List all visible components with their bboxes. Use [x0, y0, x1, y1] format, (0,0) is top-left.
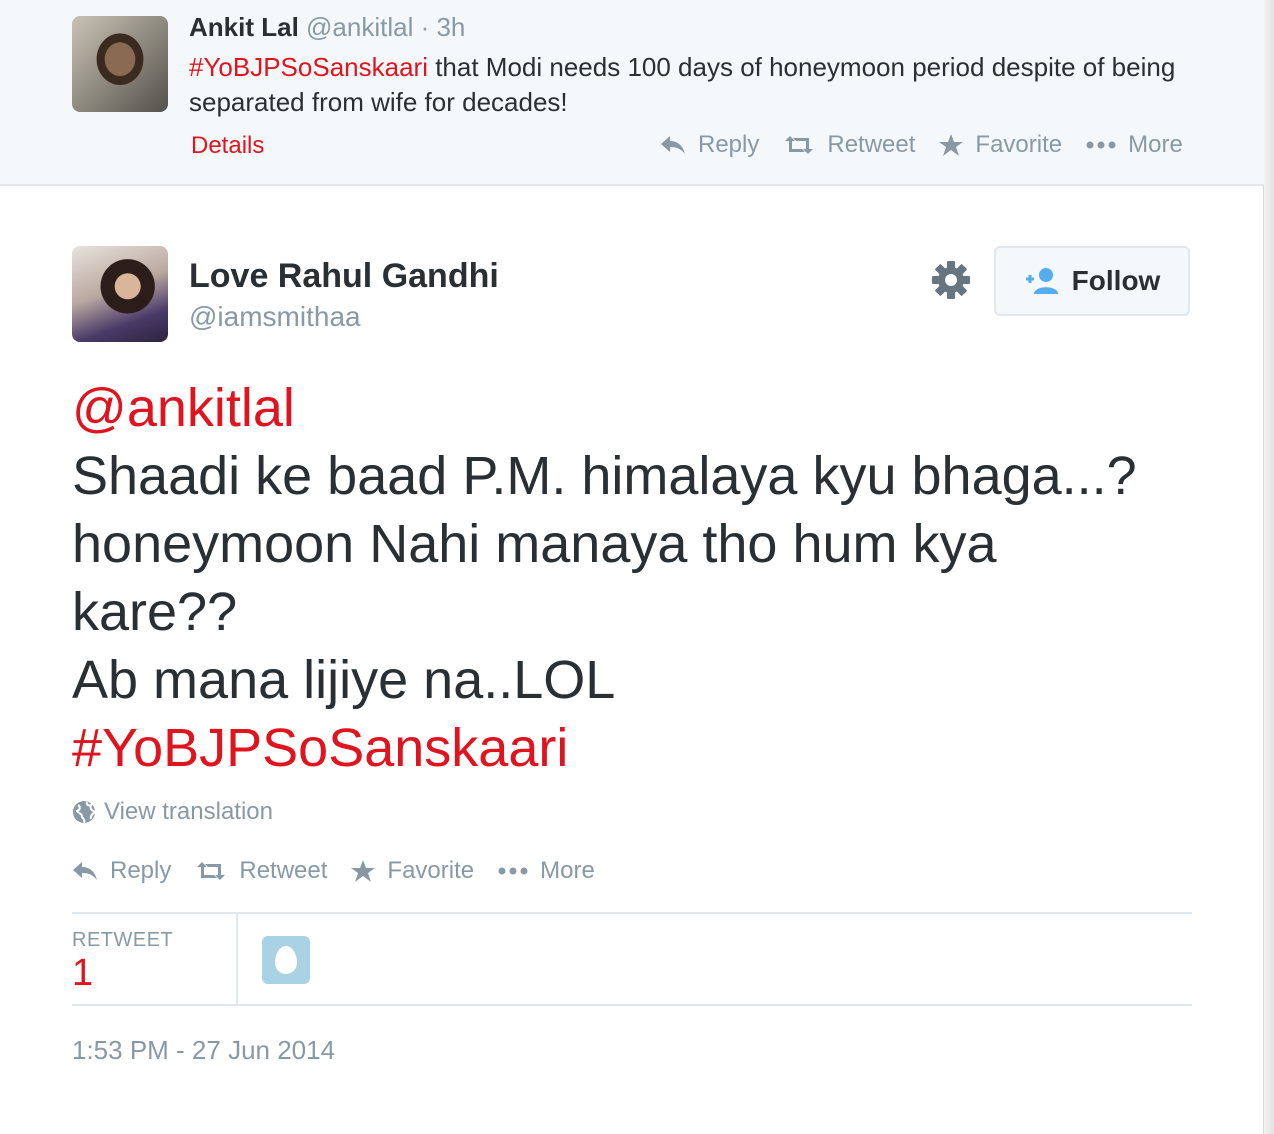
star-icon	[939, 134, 964, 156]
favorite-button[interactable]: Favorite	[939, 131, 1062, 159]
favorite-label: Favorite	[387, 857, 475, 884]
reply-label: Reply	[698, 131, 760, 158]
follow-button[interactable]: Follow	[994, 246, 1190, 316]
tweet-line: Ab mana lijiye na..LOL	[72, 650, 616, 710]
user-name[interactable]: Ankit Lal	[189, 12, 299, 42]
retweet-icon	[197, 862, 226, 880]
avatar[interactable]	[72, 16, 168, 112]
more-dots-icon	[498, 867, 528, 875]
retweet-button[interactable]: Retweet	[195, 857, 327, 885]
more-label: More	[540, 857, 595, 884]
view-translation-link[interactable]: View translation	[72, 798, 273, 826]
reply-button[interactable]: Reply	[72, 857, 171, 885]
reply-label: Reply	[110, 857, 172, 884]
mention-link[interactable]: @ankitlal	[72, 374, 1192, 442]
more-button[interactable]: More	[498, 857, 595, 885]
hashtag-link[interactable]: #YoBJPSoSanskaari	[189, 52, 428, 82]
more-dots-icon	[1086, 141, 1116, 149]
details-link[interactable]: Details	[191, 132, 264, 160]
retweeter-avatar[interactable]	[262, 936, 310, 984]
retweet-label: Retweet	[239, 857, 328, 884]
more-button[interactable]: More	[1086, 131, 1183, 159]
tweet-time[interactable]: · 3h	[421, 12, 466, 42]
retweet-icon	[785, 136, 814, 154]
star-icon	[351, 860, 376, 882]
user-name[interactable]: Love Rahul Gandhi	[189, 257, 499, 296]
reply-icon	[661, 136, 685, 154]
hashtag-link[interactable]: #YoBJPSoSanskaari	[72, 714, 1192, 782]
retweet-button[interactable]: Retweet	[783, 131, 915, 159]
divider	[72, 912, 1192, 914]
tweet-header: Ankit Lal @ankitlal · 3h	[189, 12, 465, 43]
more-label: More	[1128, 131, 1183, 158]
avatar[interactable]	[72, 246, 168, 342]
scrollbar-edge	[1263, 0, 1274, 1134]
user-handle[interactable]: @ankitlal	[306, 12, 413, 42]
user-handle[interactable]: @iamsmithaa	[189, 301, 361, 333]
tweet-actions: Reply Retweet Favorite More	[660, 131, 1207, 159]
favorite-button[interactable]: Favorite	[351, 857, 474, 885]
retweet-count[interactable]: 1	[72, 952, 93, 995]
favorite-label: Favorite	[975, 131, 1063, 158]
translation-label: View translation	[104, 798, 273, 825]
tweet-timestamp: 1:53 PM - 27 Jun 2014	[72, 1035, 336, 1065]
follow-label: Follow	[1071, 265, 1161, 296]
retweet-label: Retweet	[827, 131, 916, 158]
tweet-line: honeymoon Nahi manaya tho hum kya	[72, 514, 997, 574]
reply-button[interactable]: Reply	[660, 131, 759, 159]
parent-tweet[interactable]: Ankit Lal @ankitlal · 3h #YoBJPSoSanskaa…	[0, 0, 1264, 186]
divider	[72, 1004, 1192, 1006]
globe-icon	[73, 801, 96, 824]
reply-icon	[73, 862, 97, 880]
add-user-icon	[1025, 268, 1058, 294]
gear-icon[interactable]	[931, 260, 971, 300]
tweet-actions: Reply Retweet Favorite More	[72, 857, 619, 885]
tweet-text: #YoBJPSoSanskaari that Modi needs 100 da…	[189, 50, 1189, 120]
egg-avatar-icon	[275, 946, 297, 974]
tweet-text: @ankitlal Shaadi ke baad P.M. himalaya k…	[72, 374, 1192, 782]
tweet-line: Shaadi ke baad P.M. himalaya kyu bhaga..…	[72, 446, 1137, 506]
tweet-line: kare??	[72, 582, 238, 642]
divider	[236, 914, 238, 1004]
retweet-stat-label: RETWEET	[72, 929, 174, 951]
